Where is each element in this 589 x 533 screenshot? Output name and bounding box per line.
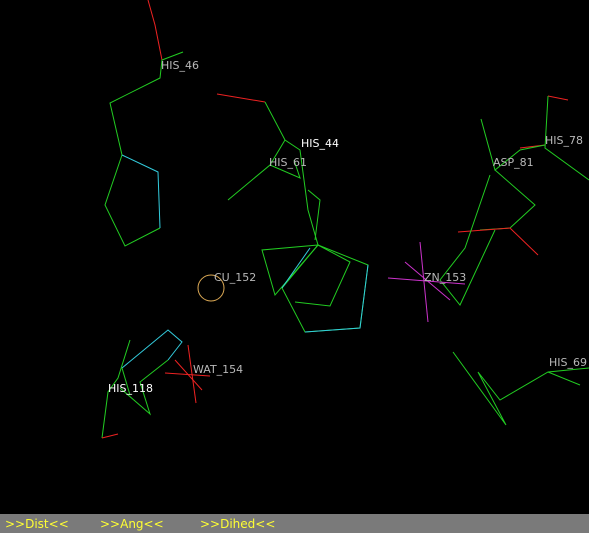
residue-his44 (216, 93, 369, 333)
label-his44: HIS_44 (301, 137, 339, 150)
angle-button[interactable]: >>Ang<< (100, 517, 164, 531)
residue-his46 (104, 0, 184, 247)
label-asp81: ASP_81 (493, 156, 534, 169)
label-wat154: WAT_154 (193, 363, 244, 376)
distance-button[interactable]: >>Dist<< (5, 517, 69, 531)
measure-toolbar: >>Dist<< >>Ang<< >>Dihed<< (0, 514, 589, 533)
molecule-viewport[interactable]: HIS_46 HIS_44 HIS_61 HIS_78 ASP_81 CU_15… (0, 0, 589, 514)
label-zn153: ZN_153 (424, 271, 467, 284)
label-his61: HIS_61 (269, 156, 307, 169)
label-his46: HIS_46 (161, 59, 199, 72)
label-his69: HIS_69 (549, 356, 587, 369)
label-his118: HIS_118 (108, 382, 153, 395)
molecule-canvas[interactable] (0, 0, 589, 514)
label-cu152: CU_152 (214, 271, 257, 284)
dihedral-button[interactable]: >>Dihed<< (200, 517, 275, 531)
label-his78: HIS_78 (545, 134, 583, 147)
